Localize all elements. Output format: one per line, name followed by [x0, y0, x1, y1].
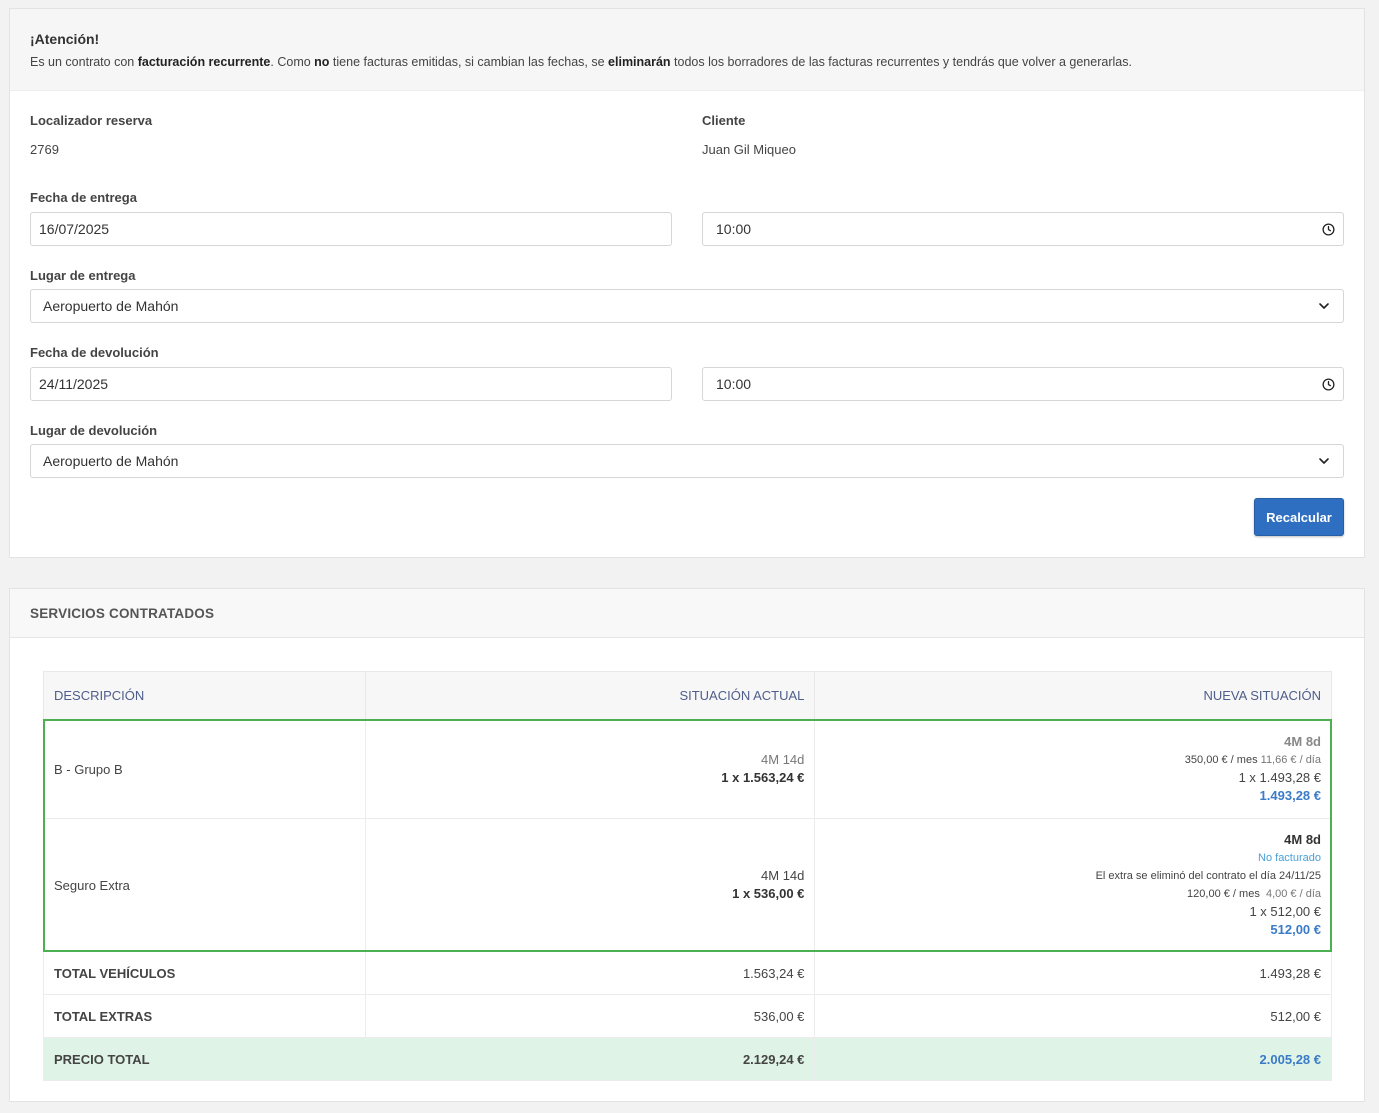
locator-label: Localizador reserva	[30, 113, 153, 128]
alert-text: Es un contrato con	[30, 55, 138, 69]
services-card: SERVICIOS CONTRATADOS DESCRIPCIÓN SITUAC…	[9, 588, 1365, 1102]
new-qty-price: 1 x 512,00 €	[1249, 904, 1321, 919]
clock-icon[interactable]	[1321, 222, 1335, 236]
delivery-place-label: Lugar de entrega	[30, 268, 136, 283]
header-description: DESCRIPCIÓN	[43, 671, 366, 720]
services-title: SERVICIOS CONTRATADOS	[10, 589, 1364, 638]
recalculate-button[interactable]: Recalcular	[1254, 498, 1344, 536]
services-table: DESCRIPCIÓN SITUACIÓN ACTUAL NUEVA SITUA…	[43, 671, 1332, 1081]
header-new: NUEVA SITUACIÓN	[814, 671, 1332, 720]
alert-emphasis: eliminarán	[608, 55, 671, 69]
clock-icon[interactable]	[1321, 377, 1335, 391]
table-row: B - Grupo B 4M 14d 1 x 1.563,24 € 4M 8d …	[43, 719, 1332, 819]
total-new: 1.493,28 €	[814, 951, 1332, 995]
current-price: 1 x 1.563,24 €	[721, 770, 805, 785]
delivery-date-value: 16/07/2025	[39, 221, 110, 237]
current-price: 1 x 536,00 €	[732, 886, 805, 901]
alert-title: ¡Atención!	[30, 31, 100, 47]
total-label: TOTAL EXTRAS	[43, 994, 366, 1038]
row-new: 4M 8d No facturado El extra se eliminó d…	[814, 818, 1332, 952]
price-total-label: PRECIO TOTAL	[43, 1037, 366, 1081]
price-total-row: PRECIO TOTAL 2.129,24 € 2.005,28 €	[43, 1037, 1332, 1081]
new-period: 4M 8d	[1284, 734, 1321, 749]
table-row: Seguro Extra 4M 14d 1 x 536,00 € 4M 8d N…	[43, 818, 1332, 952]
return-date-input[interactable]: 24/11/2025	[30, 367, 672, 401]
total-vehicles-row: TOTAL VEHÍCULOS 1.563,24 € 1.493,28 €	[43, 951, 1332, 995]
client-value: Juan Gil Miqueo	[702, 142, 796, 157]
warning-alert: ¡Atención! Es un contrato con facturació…	[10, 9, 1364, 91]
new-qty-price: 1 x 1.493,28 €	[1238, 770, 1321, 785]
chevron-down-icon	[1317, 454, 1331, 468]
reservation-form-card: ¡Atención! Es un contrato con facturació…	[9, 8, 1365, 558]
client-label: Cliente	[702, 113, 746, 128]
return-time-value: 10:00	[716, 376, 752, 392]
delivery-place-value: Aeropuerto de Mahón	[43, 298, 179, 314]
total-extras-row: TOTAL EXTRAS 536,00 € 512,00 €	[43, 994, 1332, 1038]
return-time-input[interactable]: 10:00	[702, 367, 1344, 401]
total-label: TOTAL VEHÍCULOS	[43, 951, 366, 995]
header-current: SITUACIÓN ACTUAL	[364, 671, 816, 720]
alert-text: todos los borradores de las facturas rec…	[670, 55, 1132, 69]
table-header-row: DESCRIPCIÓN SITUACIÓN ACTUAL NUEVA SITUA…	[43, 671, 1332, 720]
locator-value: 2769	[30, 142, 59, 157]
total-current: 536,00 €	[364, 994, 816, 1038]
delivery-date-input[interactable]: 16/07/2025	[30, 212, 672, 246]
return-date-label: Fecha de devolución	[30, 345, 159, 360]
new-rate-day: 4,00 € / día	[1265, 888, 1321, 900]
row-description: Seguro Extra	[43, 818, 366, 952]
new-rate-day: 11,66 € / día	[1260, 754, 1321, 766]
delivery-time-value: 10:00	[716, 221, 752, 237]
delivery-place-select[interactable]: Aeropuerto de Mahón	[30, 289, 1344, 323]
new-total: 1.493,28 €	[1259, 788, 1321, 803]
return-date-value: 24/11/2025	[39, 376, 109, 392]
price-total-current: 2.129,24 €	[364, 1037, 816, 1081]
new-total: 512,00 €	[1270, 922, 1321, 937]
row-new: 4M 8d 350,00 € / mes 11,66 € / día 1 x 1…	[814, 719, 1332, 819]
price-total-new: 2.005,28 €	[814, 1037, 1332, 1081]
return-place-value: Aeropuerto de Mahón	[43, 453, 179, 469]
total-current: 1.563,24 €	[364, 951, 816, 995]
new-period: 4M 8d	[1284, 832, 1321, 847]
return-place-select[interactable]: Aeropuerto de Mahón	[30, 444, 1344, 478]
alert-text: . Como	[270, 55, 315, 69]
new-rate: 350,00 € / mes 11,66 € / día	[825, 751, 1321, 769]
row-description: B - Grupo B	[43, 719, 366, 819]
alert-message: Es un contrato con facturación recurrent…	[30, 55, 1344, 69]
new-rate: 120,00 € / mes 4,00 € / día	[825, 885, 1321, 903]
alert-text: tiene facturas emitidas, si cambian las …	[329, 55, 609, 69]
row-current: 4M 14d 1 x 536,00 €	[364, 818, 816, 952]
total-new: 512,00 €	[814, 994, 1332, 1038]
delivery-date-label: Fecha de entrega	[30, 190, 137, 205]
new-rate-month: 120,00 € / mes	[1187, 888, 1260, 900]
delivery-time-input[interactable]: 10:00	[702, 212, 1344, 246]
return-place-label: Lugar de devolución	[30, 423, 158, 438]
current-period: 4M 14d	[761, 868, 805, 883]
new-note: El extra se eliminó del contrato el día …	[1095, 870, 1321, 882]
chevron-down-icon	[1317, 299, 1331, 313]
current-period: 4M 14d	[761, 752, 805, 767]
new-rate-month: 350,00 € / mes	[1184, 754, 1258, 766]
row-current: 4M 14d 1 x 1.563,24 €	[364, 719, 816, 819]
new-status: No facturado	[1258, 852, 1321, 864]
alert-emphasis: no	[314, 55, 330, 69]
alert-emphasis: facturación recurrente	[137, 55, 271, 69]
